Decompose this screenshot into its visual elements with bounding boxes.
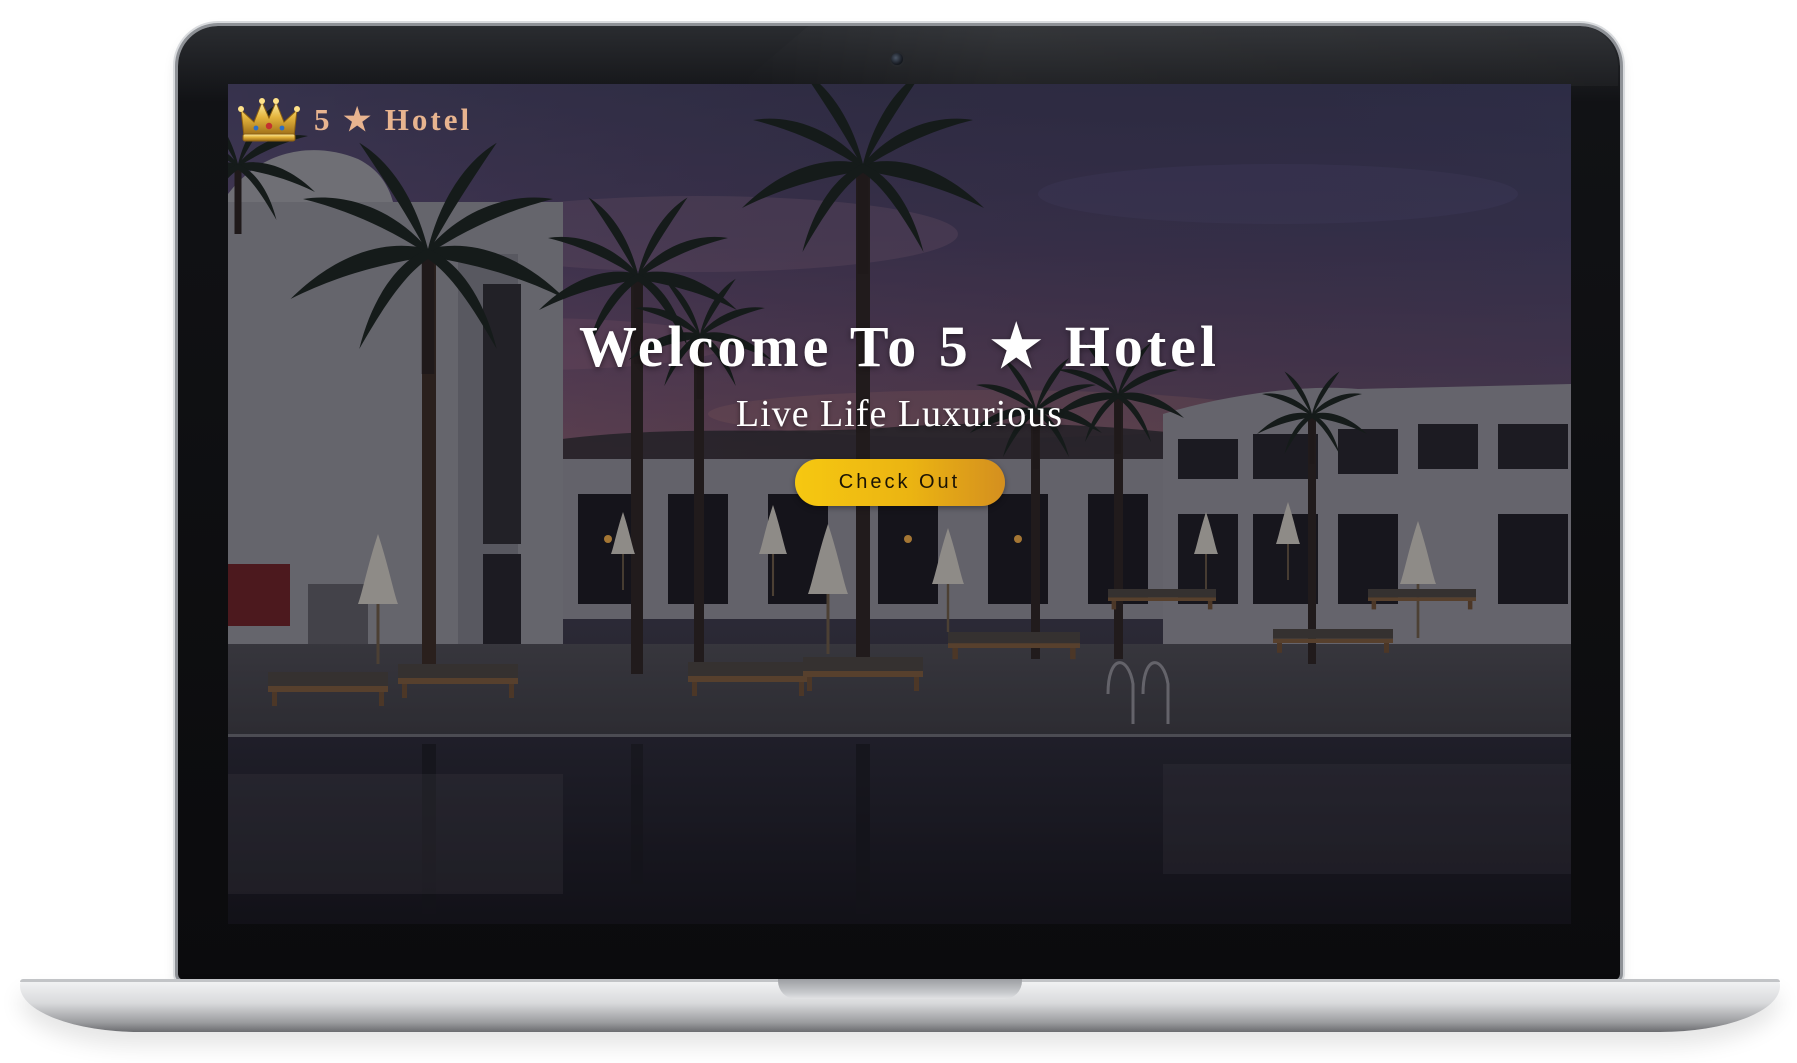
- webcam-icon: [891, 53, 903, 65]
- brand-name: 5 ★ Hotel: [314, 102, 473, 137]
- laptop-screen: 5 ★ Hotel Welcome To 5 ★ Hotel Live Life…: [228, 84, 1571, 924]
- hero-section: Welcome To 5 ★ Hotel Live Life Luxurious…: [228, 312, 1571, 507]
- check-out-button[interactable]: Check Out: [794, 459, 1005, 507]
- crown-icon: [238, 98, 300, 142]
- hero-title: Welcome To 5 ★ Hotel: [578, 314, 1221, 379]
- hero-subtitle: Live Life Luxurious: [735, 392, 1064, 435]
- brand-logo[interactable]: 5 ★ Hotel: [238, 96, 472, 144]
- lid-glare: [738, 26, 1618, 86]
- laptop-mockup: 5 ★ Hotel Welcome To 5 ★ Hotel Live Life…: [0, 0, 1797, 1063]
- laptop-base: [20, 979, 1780, 1032]
- base-notch: [778, 979, 1022, 999]
